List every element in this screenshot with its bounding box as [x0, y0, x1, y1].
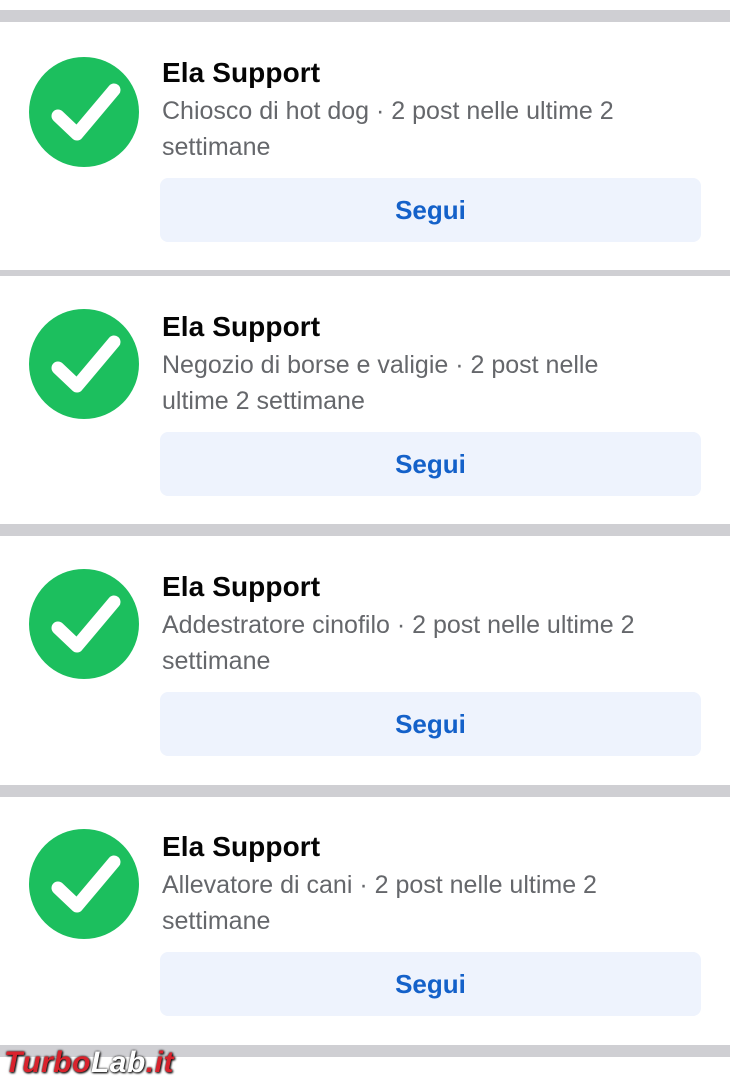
page-suggestion-card: Ela Support Chiosco di hot dog · 2 post … [0, 22, 730, 270]
green-checkmark-icon[interactable] [28, 568, 140, 680]
feed-divider [0, 524, 730, 536]
green-checkmark-icon[interactable] [28, 56, 140, 168]
feed-divider [0, 785, 730, 797]
green-checkmark-icon[interactable] [28, 308, 140, 420]
feed-divider [0, 10, 730, 22]
green-checkmark-icon[interactable] [28, 828, 140, 940]
page-name[interactable]: Ela Support [162, 310, 320, 344]
page-description: Negozio di borse e valigie · 2 post nell… [162, 351, 599, 415]
watermark-part-it: .it [145, 1046, 174, 1079]
page-suggestion-card: Ela Support Negozio di borse e valigie ·… [0, 276, 730, 524]
watermark-part-lab: Lab [90, 1046, 146, 1079]
page-suggestion-card: Ela Support Addestratore cinofilo · 2 po… [0, 536, 730, 784]
page-name[interactable]: Ela Support [162, 56, 320, 90]
page-description: Addestratore cinofilo · 2 post nelle ult… [162, 611, 635, 675]
follow-button[interactable]: Segui [160, 432, 701, 496]
page-description: Allevatore di cani · 2 post nelle ultime… [162, 871, 597, 935]
page-suggestion-card: Ela Support Allevatore di cani · 2 post … [0, 797, 730, 1045]
page-name[interactable]: Ela Support [162, 830, 320, 864]
follow-button[interactable]: Segui [160, 692, 701, 756]
follow-button[interactable]: Segui [160, 178, 701, 242]
page-description: Chiosco di hot dog · 2 post nelle ultime… [162, 97, 614, 161]
page-name[interactable]: Ela Support [162, 570, 320, 604]
follow-button[interactable]: Segui [160, 952, 701, 1016]
watermark-part-turbo: Turbo [4, 1046, 91, 1079]
turbolab-watermark: TurboLab.it [4, 1046, 174, 1080]
